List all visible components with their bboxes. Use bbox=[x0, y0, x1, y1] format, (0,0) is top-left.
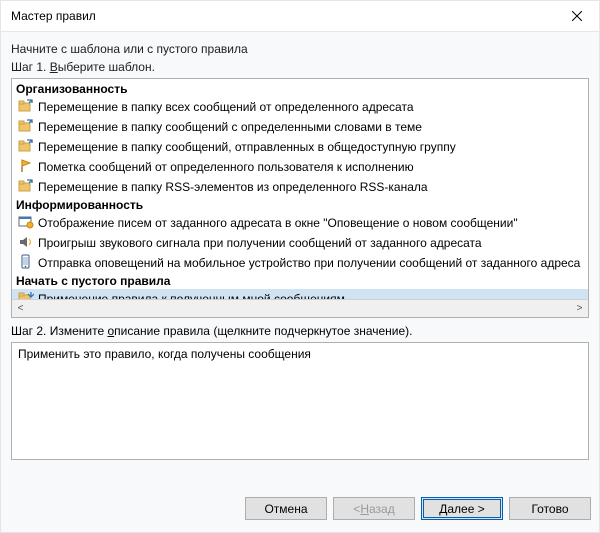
group-organized: Организованность bbox=[12, 81, 588, 97]
close-button[interactable] bbox=[554, 1, 599, 31]
template-list-inner: Организованность Перемещение в папку все… bbox=[12, 79, 588, 299]
phone-icon bbox=[18, 254, 34, 270]
folder-arrow-icon bbox=[18, 138, 34, 154]
speaker-icon bbox=[18, 234, 34, 250]
rule-label: Отправка оповещений на мобильное устройс… bbox=[38, 256, 580, 270]
intro-text: Начните с шаблона или с пустого правила bbox=[11, 42, 589, 56]
flag-icon bbox=[18, 158, 34, 174]
window-title: Мастер правил bbox=[11, 9, 554, 23]
rule-label: Перемещение в папку сообщений с определе… bbox=[38, 120, 422, 134]
scroll-left-arrow[interactable]: < bbox=[12, 300, 29, 317]
next-button[interactable]: Далее > bbox=[421, 497, 503, 520]
scroll-right-arrow[interactable]: > bbox=[571, 300, 588, 317]
rule-label: Перемещение в папку всех сообщений от оп… bbox=[38, 100, 414, 114]
dialog-content: Начните с шаблона или с пустого правила … bbox=[1, 32, 599, 487]
step1-label: Шаг 1. Выберите шаблон. bbox=[11, 60, 589, 74]
rule-flag-from-user[interactable]: Пометка сообщений от определенного польз… bbox=[12, 157, 588, 177]
titlebar: Мастер правил bbox=[1, 1, 599, 32]
rule-move-from-sender[interactable]: Перемещение в папку всех сообщений от оп… bbox=[12, 97, 588, 117]
inbox-icon bbox=[18, 290, 34, 299]
rule-move-subject-words[interactable]: Перемещение в папку сообщений с определе… bbox=[12, 117, 588, 137]
back-button[interactable]: < Назад bbox=[333, 497, 415, 520]
rule-label: Перемещение в папку сообщений, отправлен… bbox=[38, 140, 456, 154]
rule-mobile-alert[interactable]: Отправка оповещений на мобильное устройс… bbox=[12, 253, 588, 273]
horizontal-scrollbar[interactable]: < > bbox=[12, 299, 588, 317]
rule-label: Проигрыш звукового сигнала при получении… bbox=[38, 236, 482, 250]
rule-move-rss[interactable]: Перемещение в папку RSS-элементов из опр… bbox=[12, 177, 588, 197]
rule-label: Применение правила к полученным мной соо… bbox=[38, 292, 345, 299]
rule-alert-window[interactable]: Отображение писем от заданного адресата … bbox=[12, 213, 588, 233]
template-list[interactable]: Организованность Перемещение в папку все… bbox=[11, 78, 589, 318]
alert-window-icon bbox=[18, 214, 34, 230]
folder-arrow-icon bbox=[18, 118, 34, 134]
rule-label: Перемещение в папку RSS-элементов из опр… bbox=[38, 180, 428, 194]
rule-apply-received[interactable]: Применение правила к полученным мной соо… bbox=[12, 289, 588, 299]
rule-description-text: Применить это правило, когда получены со… bbox=[18, 347, 311, 361]
rule-move-public-group[interactable]: Перемещение в папку сообщений, отправлен… bbox=[12, 137, 588, 157]
folder-arrow-icon bbox=[18, 178, 34, 194]
rule-label: Отображение писем от заданного адресата … bbox=[38, 216, 518, 230]
cancel-button[interactable]: Отмена bbox=[245, 497, 327, 520]
rule-label: Пометка сообщений от определенного польз… bbox=[38, 160, 414, 174]
rules-wizard-dialog: Мастер правил Начните с шаблона или с пу… bbox=[0, 0, 600, 533]
group-informed: Информированность bbox=[12, 197, 588, 213]
rule-description-pane[interactable]: Применить это правило, когда получены со… bbox=[11, 342, 589, 460]
step2-label: Шаг 2. Измените описание правила (щелкни… bbox=[11, 324, 589, 338]
close-icon bbox=[572, 11, 582, 21]
group-blank: Начать с пустого правила bbox=[12, 273, 588, 289]
finish-button[interactable]: Готово bbox=[509, 497, 591, 520]
dialog-buttons: Отмена < Назад Далее > Готово bbox=[1, 487, 599, 532]
rule-play-sound[interactable]: Проигрыш звукового сигнала при получении… bbox=[12, 233, 588, 253]
folder-arrow-icon bbox=[18, 98, 34, 114]
